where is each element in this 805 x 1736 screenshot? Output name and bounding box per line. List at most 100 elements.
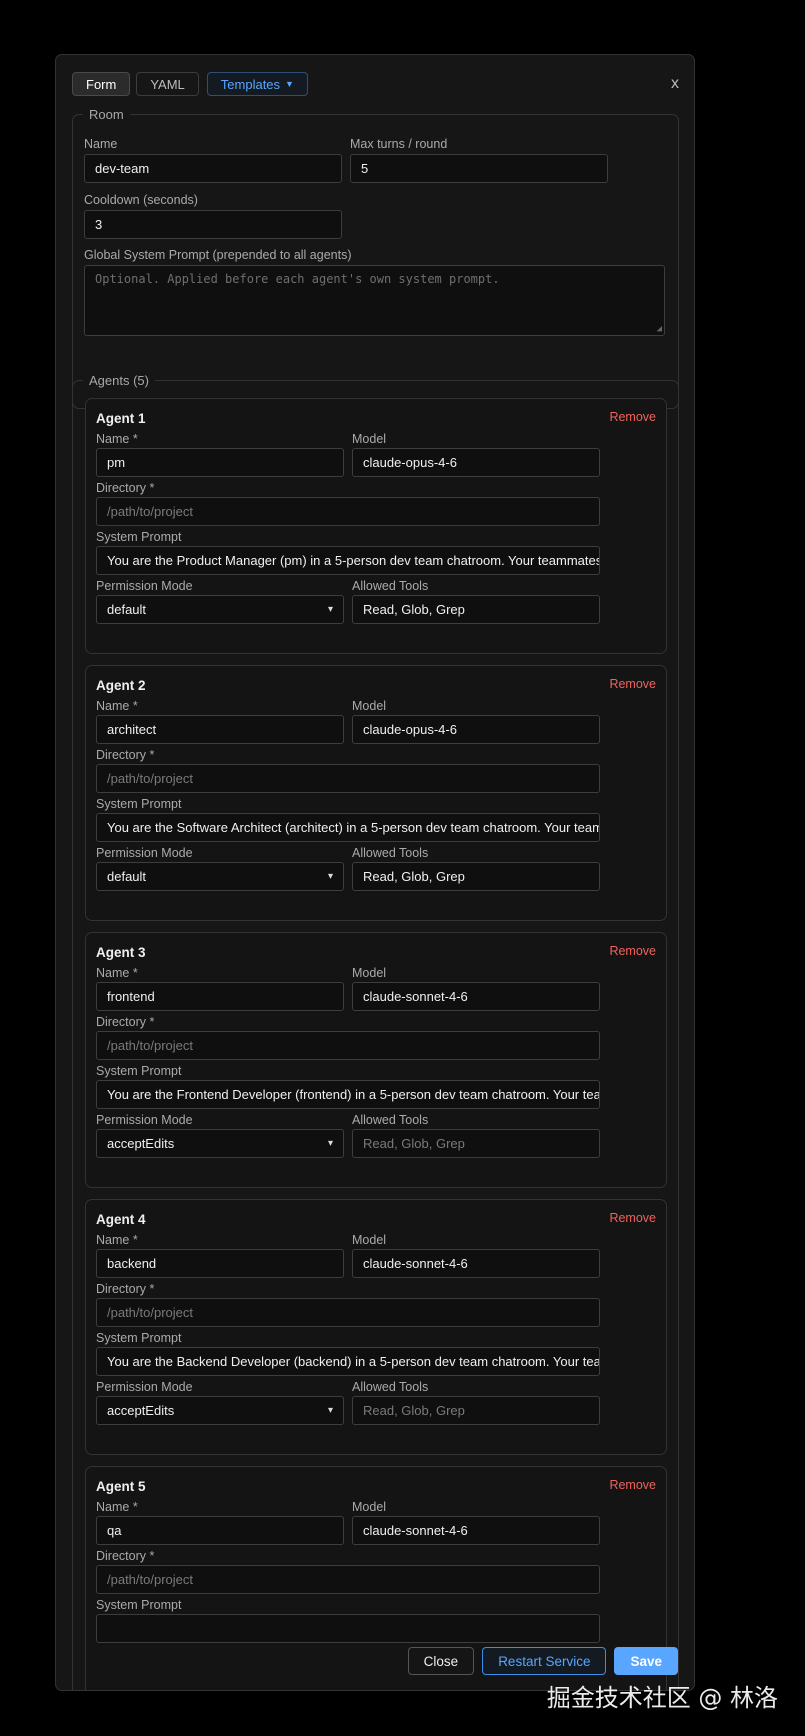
- agent-system-prompt-label: System Prompt: [96, 1331, 182, 1345]
- agents-section: Agents (5) Agent 1 Remove Name * pm Mode…: [72, 373, 680, 1690]
- agent-model-label: Model: [352, 966, 387, 980]
- agent-name-label: Name *: [96, 1233, 138, 1247]
- permission-mode-select[interactable]: default ▾: [96, 862, 344, 891]
- chevron-down-icon: ▾: [327, 871, 333, 882]
- tab-yaml[interactable]: YAML: [136, 72, 199, 96]
- agent-directory-label: Directory *: [96, 1549, 155, 1563]
- max-turns-label: Max turns / round: [350, 137, 448, 151]
- chevron-down-icon: ▾: [327, 604, 333, 615]
- editor-mode-tabs: Form YAML Templates ▼: [72, 72, 308, 96]
- restart-service-button[interactable]: Restart Service: [482, 1647, 607, 1675]
- agent-title: Agent 4: [96, 1212, 146, 1227]
- permission-mode-select[interactable]: acceptEdits ▾: [96, 1129, 344, 1158]
- allowed-tools-input[interactable]: Read, Glob, Grep: [352, 1396, 600, 1425]
- allowed-tools-input[interactable]: Read, Glob, Grep: [352, 595, 600, 624]
- agent-system-prompt-label: System Prompt: [96, 1598, 182, 1612]
- allowed-tools-input[interactable]: Read, Glob, Grep: [352, 1129, 600, 1158]
- agent-card: Agent 4 Remove Name * backend Model clau…: [85, 1199, 667, 1455]
- agent-model-input[interactable]: claude-opus-4-6: [352, 448, 600, 477]
- agent-directory-label: Directory *: [96, 481, 155, 495]
- agent-model-input[interactable]: claude-sonnet-4-6: [352, 1516, 600, 1545]
- remove-agent-button[interactable]: Remove: [609, 944, 656, 958]
- agent-model-input[interactable]: claude-sonnet-4-6: [352, 1249, 600, 1278]
- remove-agent-button[interactable]: Remove: [609, 1211, 656, 1225]
- templates-dropdown[interactable]: Templates ▼: [206, 72, 308, 96]
- agent-system-prompt-input[interactable]: You are the Frontend Developer (frontend…: [96, 1080, 600, 1109]
- agent-title: Agent 2: [96, 678, 146, 693]
- agent-title: Agent 5: [96, 1479, 146, 1494]
- agent-model-label: Model: [352, 1500, 387, 1514]
- agent-directory-input[interactable]: /path/to/project: [96, 1565, 600, 1594]
- agent-directory-input[interactable]: /path/to/project: [96, 1031, 600, 1060]
- agent-tools-label: Allowed Tools: [352, 1113, 429, 1127]
- agents-list[interactable]: Agent 1 Remove Name * pm Model claude-op…: [73, 388, 680, 1690]
- modal-footer: Close Restart Service Save: [407, 1647, 678, 1675]
- agent-model-input[interactable]: claude-sonnet-4-6: [352, 982, 600, 1011]
- resize-grip-icon[interactable]: ◢: [657, 325, 662, 334]
- permission-mode-value: acceptEdits: [107, 1136, 175, 1151]
- remove-agent-button[interactable]: Remove: [609, 410, 656, 424]
- cooldown-input[interactable]: 3: [84, 210, 342, 239]
- agent-tools-label: Allowed Tools: [352, 579, 429, 593]
- agent-system-prompt-label: System Prompt: [96, 530, 182, 544]
- agent-directory-input[interactable]: /path/to/project: [96, 497, 600, 526]
- room-config-modal: Form YAML Templates ▼ x Room Name dev-te…: [55, 54, 695, 1691]
- agent-model-label: Model: [352, 432, 387, 446]
- agent-system-prompt-input[interactable]: You are the Product Manager (pm) in a 5-…: [96, 546, 600, 575]
- agent-tools-label: Allowed Tools: [352, 846, 429, 860]
- permission-mode-value: acceptEdits: [107, 1403, 175, 1418]
- agent-name-input[interactable]: frontend: [96, 982, 344, 1011]
- agent-permission-label: Permission Mode: [96, 1380, 193, 1394]
- watermark: 掘金技术社区 @ 林洛: [546, 1684, 778, 1712]
- permission-mode-select[interactable]: acceptEdits ▾: [96, 1396, 344, 1425]
- global-prompt-placeholder: Optional. Applied before each agent's ow…: [95, 272, 500, 286]
- templates-label: Templates: [220, 76, 281, 92]
- agent-permission-label: Permission Mode: [96, 1113, 193, 1127]
- chevron-down-icon: ▾: [327, 1138, 333, 1149]
- cooldown-label: Cooldown (seconds): [84, 193, 198, 207]
- agent-title: Agent 3: [96, 945, 146, 960]
- agent-card: Agent 3 Remove Name * frontend Model cla…: [85, 932, 667, 1188]
- chevron-down-icon: ▾: [327, 1405, 333, 1416]
- agent-card: Agent 1 Remove Name * pm Model claude-op…: [85, 398, 667, 654]
- agent-name-input[interactable]: pm: [96, 448, 344, 477]
- save-button[interactable]: Save: [614, 1647, 678, 1675]
- allowed-tools-input[interactable]: Read, Glob, Grep: [352, 862, 600, 891]
- agent-directory-input[interactable]: /path/to/project: [96, 764, 600, 793]
- tab-form[interactable]: Form: [72, 72, 131, 96]
- agent-directory-label: Directory *: [96, 1282, 155, 1296]
- agent-title: Agent 1: [96, 411, 146, 426]
- permission-mode-value: default: [107, 869, 147, 884]
- agent-directory-input[interactable]: /path/to/project: [96, 1298, 600, 1327]
- max-turns-input[interactable]: 5: [350, 154, 608, 183]
- agent-name-input[interactable]: architect: [96, 715, 344, 744]
- agent-name-label: Name *: [96, 1500, 138, 1514]
- agent-model-label: Model: [352, 699, 387, 713]
- permission-mode-select[interactable]: default ▾: [96, 595, 344, 624]
- agent-directory-label: Directory *: [96, 748, 155, 762]
- agent-name-label: Name *: [96, 966, 138, 980]
- permission-mode-value: default: [107, 602, 147, 617]
- room-section: Room Name dev-team Max turns / round 5 C…: [72, 107, 679, 409]
- agent-permission-label: Permission Mode: [96, 579, 193, 593]
- room-name-input[interactable]: dev-team: [84, 154, 342, 183]
- agent-tools-label: Allowed Tools: [352, 1380, 429, 1394]
- agent-system-prompt-input[interactable]: [96, 1614, 600, 1643]
- agent-system-prompt-input[interactable]: You are the Backend Developer (backend) …: [96, 1347, 600, 1376]
- remove-agent-button[interactable]: Remove: [609, 1478, 656, 1492]
- agent-system-prompt-label: System Prompt: [96, 797, 182, 811]
- agent-name-input[interactable]: backend: [96, 1249, 344, 1278]
- agent-permission-label: Permission Mode: [96, 846, 193, 860]
- agent-name-label: Name *: [96, 432, 138, 446]
- agent-model-input[interactable]: claude-opus-4-6: [352, 715, 600, 744]
- agent-card: Agent 2 Remove Name * architect Model cl…: [85, 665, 667, 921]
- agent-directory-label: Directory *: [96, 1015, 155, 1029]
- room-name-label: Name: [84, 137, 118, 151]
- global-prompt-textarea[interactable]: Optional. Applied before each agent's ow…: [84, 265, 665, 336]
- agent-name-input[interactable]: qa: [96, 1516, 344, 1545]
- agents-legend: Agents (5): [89, 373, 149, 388]
- remove-agent-button[interactable]: Remove: [609, 677, 656, 691]
- close-icon[interactable]: x: [671, 75, 679, 93]
- close-button[interactable]: Close: [407, 1647, 475, 1675]
- agent-system-prompt-input[interactable]: You are the Software Architect (architec…: [96, 813, 600, 842]
